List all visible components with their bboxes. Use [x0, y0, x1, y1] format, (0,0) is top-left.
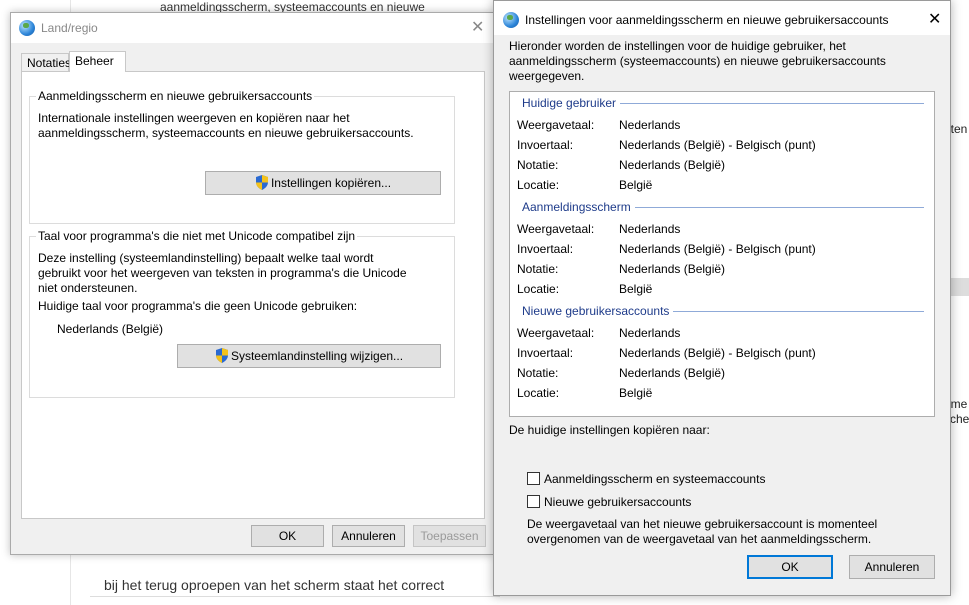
login-screen-group-title: Aanmeldingsscherm en nieuwe gebruikersac… — [36, 89, 315, 103]
row-value: Nederlands (België) — [619, 366, 726, 380]
checkbox-new-users[interactable]: Nieuwe gebruikersaccounts — [527, 495, 691, 509]
row-label: Invoertaal: — [517, 346, 574, 360]
row-value: België — [619, 178, 653, 192]
uac-shield-icon — [215, 348, 228, 363]
settings-overview-panel: Huidige gebruiker Weergavetaal: Nederlan… — [509, 91, 935, 417]
intro-text: Hieronder worden de instellingen voor de… — [509, 39, 886, 83]
unicode-group-title: Taal voor programma's die niet met Unico… — [36, 229, 358, 243]
row-label: Weergavetaal: — [517, 326, 595, 340]
row-label: Invoertaal: — [517, 242, 574, 256]
region-dialog: Land/regio ✕ Notaties Beheer Aanmeldings… — [10, 12, 494, 555]
checkbox-box[interactable] — [527, 495, 540, 508]
row-value: Nederlands (België) - Belgisch (punt) — [619, 242, 816, 256]
section-title-new-users: Nieuwe gebruikersaccounts — [522, 304, 674, 318]
copy-settings-dialog: Instellingen voor aanmeldingsscherm en n… — [493, 0, 951, 596]
row-label: Notatie: — [517, 366, 559, 380]
beheer-panel: Aanmeldingsscherm en nieuwe gebruikersac… — [21, 71, 485, 519]
row-value: Nederlands — [619, 326, 681, 340]
row-value: Nederlands (België) — [619, 158, 726, 172]
copy-to-label: De huidige instellingen kopiëren naar: — [509, 423, 710, 437]
row-label: Notatie: — [517, 262, 559, 276]
display-language-note: De weergavetaal van het nieuwe gebruiker… — [527, 517, 878, 546]
right-ok-button[interactable]: OK — [747, 555, 833, 579]
tab-beheer[interactable]: Beheer — [69, 51, 126, 72]
unicode-group-text: Deze instelling (systeemlandinstelling) … — [38, 251, 407, 295]
checkbox-box[interactable] — [527, 472, 540, 485]
row-label: Weergavetaal: — [517, 222, 595, 236]
change-system-locale-label: Systeemlandinstelling wijzigen... — [230, 349, 404, 363]
checkbox-label: Nieuwe gebruikersaccounts — [544, 495, 692, 509]
region-dialog-titlebar: Land/regio ✕ — [11, 13, 493, 43]
change-system-locale-button[interactable]: Systeemlandinstelling wijzigen... — [177, 344, 441, 368]
row-value: België — [619, 386, 653, 400]
region-dialog-title: Land/regio — [41, 21, 98, 35]
row-label: Invoertaal: — [517, 138, 574, 152]
row-value: België — [619, 282, 653, 296]
globe-icon — [503, 12, 519, 28]
tab-notaties[interactable]: Notaties — [21, 53, 71, 71]
apply-button[interactable]: Toepassen — [413, 525, 486, 547]
row-label: Locatie: — [517, 386, 560, 400]
close-icon[interactable]: ✕ — [471, 20, 484, 36]
row-label: Locatie: — [517, 178, 560, 192]
row-label: Locatie: — [517, 282, 560, 296]
unicode-current-label: Huidige taal voor programma's die geen U… — [38, 299, 358, 313]
unicode-current-value: Nederlands (België) — [57, 322, 164, 336]
row-value: Nederlands (België) - Belgisch (punt) — [619, 138, 816, 152]
row-value: Nederlands — [619, 118, 681, 132]
globe-icon — [19, 20, 35, 36]
left-cancel-button[interactable]: Annuleren — [332, 525, 405, 547]
copy-settings-titlebar: Instellingen voor aanmeldingsscherm en n… — [494, 1, 950, 35]
background-comment: bij het terug oproepen van het scherm st… — [104, 577, 445, 593]
copy-settings-label: Instellingen kopiëren... — [270, 176, 392, 190]
left-ok-button[interactable]: OK — [251, 525, 324, 547]
uac-shield-icon — [255, 175, 268, 190]
row-value: Nederlands (België) — [619, 262, 726, 276]
copy-settings-button[interactable]: Instellingen kopiëren... — [205, 171, 441, 195]
checkbox-label: Aanmeldingsscherm en systeemaccounts — [544, 472, 766, 486]
row-label: Notatie: — [517, 158, 559, 172]
row-label: Weergavetaal: — [517, 118, 595, 132]
row-value: Nederlands (België) - Belgisch (punt) — [619, 346, 816, 360]
close-icon[interactable]: ✕ — [928, 12, 941, 28]
row-value: Nederlands — [619, 222, 681, 236]
checkbox-login-screen[interactable]: Aanmeldingsscherm en systeemaccounts — [527, 472, 765, 486]
background-divider — [90, 596, 500, 597]
copy-settings-title: Instellingen voor aanmeldingsscherm en n… — [525, 13, 889, 27]
right-cancel-button[interactable]: Annuleren — [849, 555, 935, 579]
login-screen-group-text: Internationale instellingen weergeven en… — [38, 111, 414, 140]
login-screen-group: Aanmeldingsscherm en nieuwe gebruikersac… — [29, 89, 455, 224]
section-title-login-screen: Aanmeldingsscherm — [522, 200, 635, 214]
background-scroll-block — [950, 278, 969, 296]
unicode-group: Taal voor programma's die niet met Unico… — [29, 229, 455, 398]
section-title-current-user: Huidige gebruiker — [522, 96, 621, 110]
